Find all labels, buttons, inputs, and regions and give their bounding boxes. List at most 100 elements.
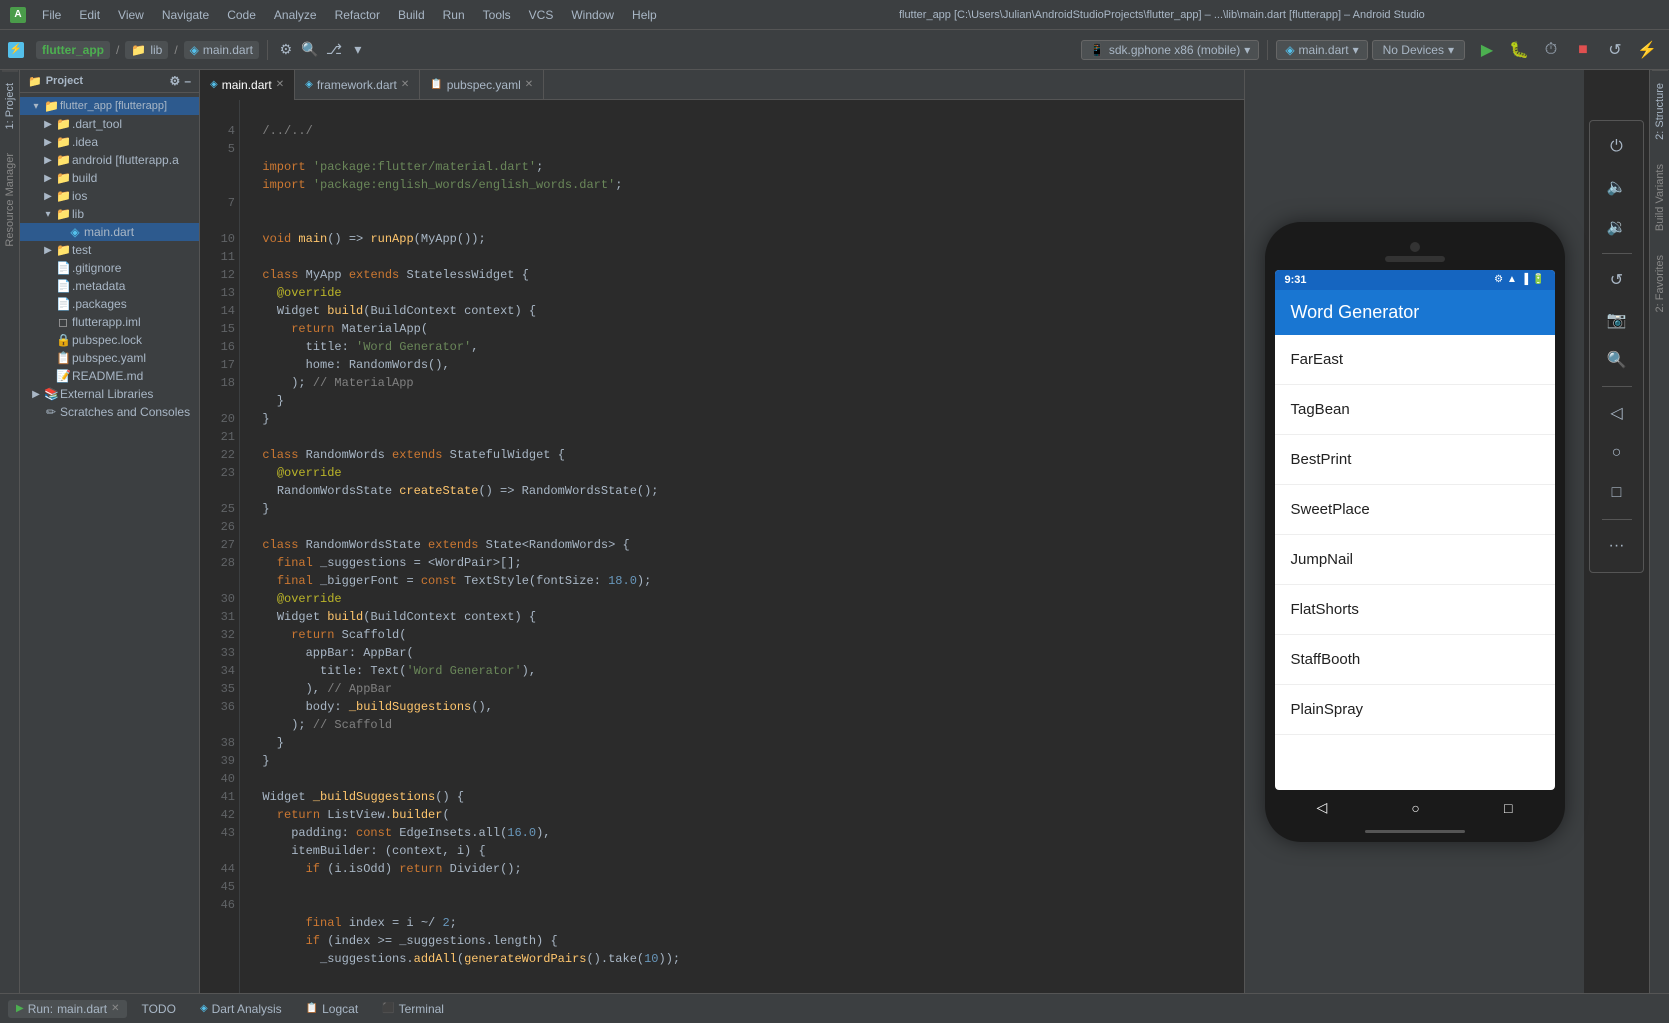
- phone-screen[interactable]: 9:31 ⚙ ▲ ▐ 🔋 Word Generator FarEast TagB…: [1275, 270, 1555, 790]
- run-tab-close[interactable]: ✕: [111, 1003, 119, 1014]
- menu-analyze[interactable]: Analyze: [266, 6, 325, 24]
- logcat-tab[interactable]: 📋 Logcat: [296, 998, 368, 1020]
- phone-back-btn[interactable]: ◁: [1317, 799, 1328, 816]
- profile-button[interactable]: ⏱: [1537, 36, 1565, 64]
- menu-vcs[interactable]: VCS: [521, 6, 562, 24]
- tree-item-scratches[interactable]: ✏ Scratches and Consoles: [20, 403, 199, 421]
- tab-bar: ◈ main.dart ✕ ◈ framework.dart ✕ 📋 pubsp…: [200, 70, 1244, 100]
- list-item-bestprint[interactable]: BestPrint: [1275, 435, 1555, 485]
- menu-window[interactable]: Window: [563, 6, 622, 24]
- phone-home-btn[interactable]: ○: [1411, 800, 1419, 816]
- dart-analysis-tab[interactable]: ◈ Dart Analysis: [190, 998, 292, 1020]
- controls-divider-2: [1602, 386, 1632, 387]
- no-devices-selector[interactable]: No Devices ▾: [1372, 40, 1465, 60]
- lib-icon: 📁: [131, 43, 146, 57]
- tree-item-main-dart[interactable]: ◈ main.dart: [20, 223, 199, 241]
- controls-divider-1: [1602, 253, 1632, 254]
- project-sidebar-tab[interactable]: 1: Project: [2, 70, 18, 141]
- menu-file[interactable]: File: [34, 6, 69, 24]
- menu-help[interactable]: Help: [624, 6, 665, 24]
- more-controls-button[interactable]: ···: [1599, 528, 1635, 564]
- tab-main-dart[interactable]: ◈ main.dart ✕: [200, 70, 295, 100]
- menu-tools[interactable]: Tools: [475, 6, 519, 24]
- debug-button[interactable]: 🐛: [1505, 36, 1533, 64]
- phone-recents-btn[interactable]: □: [1504, 800, 1512, 816]
- list-item-fareast[interactable]: FarEast: [1275, 335, 1555, 385]
- list-item-staffbooth[interactable]: StaffBooth: [1275, 635, 1555, 685]
- tree-item-iml[interactable]: ◻ flutterapp.iml: [20, 313, 199, 331]
- tree-item-gitignore[interactable]: 📄 .gitignore: [20, 259, 199, 277]
- tree-root[interactable]: ▾ 📁 flutter_app [flutterapp]: [20, 97, 199, 115]
- zoom-button[interactable]: 🔍: [1599, 342, 1635, 378]
- volume-down-button[interactable]: 🔈: [1599, 169, 1635, 205]
- code-content[interactable]: /../../ import 'package:flutter/material…: [240, 100, 1244, 993]
- tree-item-external[interactable]: ▶ 📚 External Libraries: [20, 385, 199, 403]
- tree-item-readme[interactable]: 📝 README.md: [20, 367, 199, 385]
- gitignore-icon: 📄: [56, 261, 70, 275]
- terminal-tab[interactable]: ⬛ Terminal: [372, 998, 454, 1020]
- list-item-tagbean[interactable]: TagBean: [1275, 385, 1555, 435]
- tree-item-packages[interactable]: 📄 .packages: [20, 295, 199, 313]
- config-tab[interactable]: ◈ main.dart ▾: [1276, 40, 1367, 60]
- tree-item-lib[interactable]: ▾ 📁 lib: [20, 205, 199, 223]
- project-hide-icon[interactable]: –: [184, 74, 191, 88]
- resource-manager-tab[interactable]: Resource Manager: [2, 141, 18, 259]
- tree-item-yaml[interactable]: 📋 pubspec.yaml: [20, 349, 199, 367]
- ios-arrow: ▶: [42, 191, 54, 202]
- git-icon[interactable]: ⎇: [324, 40, 344, 60]
- rotate-button[interactable]: ↺: [1599, 262, 1635, 298]
- home-button[interactable]: ○: [1599, 435, 1635, 471]
- reload-button[interactable]: ↺: [1601, 36, 1629, 64]
- stop-button[interactable]: ■: [1569, 36, 1597, 64]
- todo-tab[interactable]: TODO: [131, 998, 185, 1020]
- back-button[interactable]: ◁: [1599, 395, 1635, 431]
- run-tab[interactable]: ▶ Run: main.dart ✕: [8, 1000, 127, 1018]
- tree-item-idea[interactable]: ▶ 📁 .idea: [20, 133, 199, 151]
- tree-item-dart-tool[interactable]: ▶ 📁 .dart_tool: [20, 115, 199, 133]
- menu-navigate[interactable]: Navigate: [154, 6, 217, 24]
- android-arrow: ▶: [42, 155, 54, 166]
- menu-build[interactable]: Build: [390, 6, 433, 24]
- bottom-panel: ▶ Run: main.dart ✕ TODO ◈ Dart Analysis …: [0, 993, 1669, 1023]
- run-button[interactable]: ▶: [1473, 36, 1501, 64]
- tab-framework-close[interactable]: ✕: [401, 79, 409, 90]
- lib-selector[interactable]: 📁 lib: [125, 41, 168, 59]
- list-item-plainspray[interactable]: PlainSpray: [1275, 685, 1555, 735]
- more-icon[interactable]: ▾: [348, 40, 368, 60]
- tree-item-android[interactable]: ▶ 📁 android [flutterapp.a: [20, 151, 199, 169]
- search-everywhere-icon[interactable]: 🔍: [300, 40, 320, 60]
- file-tab[interactable]: ◈ main.dart: [184, 41, 259, 59]
- ios-icon: 📁: [56, 189, 70, 203]
- project-gear-icon[interactable]: ⚙: [170, 74, 181, 88]
- favorites-tab[interactable]: 2: Favorites: [1652, 243, 1668, 324]
- menu-edit[interactable]: Edit: [71, 6, 108, 24]
- phone-speaker: [1385, 256, 1445, 262]
- menu-code[interactable]: Code: [219, 6, 264, 24]
- tree-item-test[interactable]: ▶ 📁 test: [20, 241, 199, 259]
- tab-framework-dart[interactable]: ◈ framework.dart ✕: [295, 70, 420, 100]
- list-item-jumpnail[interactable]: JumpNail: [1275, 535, 1555, 585]
- project-selector[interactable]: flutter_app: [36, 41, 110, 59]
- menu-view[interactable]: View: [110, 6, 152, 24]
- settings-icon[interactable]: ⚙: [276, 40, 296, 60]
- tree-item-build[interactable]: ▶ 📁 build: [20, 169, 199, 187]
- tab-pubspec-close[interactable]: ✕: [525, 79, 533, 90]
- tree-item-ios[interactable]: ▶ 📁 ios: [20, 187, 199, 205]
- tree-item-lock[interactable]: 🔒 pubspec.lock: [20, 331, 199, 349]
- list-item-sweetplace[interactable]: SweetPlace: [1275, 485, 1555, 535]
- menu-refactor[interactable]: Refactor: [327, 6, 388, 24]
- volume-up-button[interactable]: 🔉: [1599, 209, 1635, 245]
- tab-main-dart-close[interactable]: ✕: [276, 79, 284, 90]
- build-variants-tab[interactable]: Build Variants: [1652, 152, 1668, 243]
- square-button[interactable]: □: [1599, 475, 1635, 511]
- phone-device: 9:31 ⚙ ▲ ▐ 🔋 Word Generator FarEast TagB…: [1265, 222, 1565, 842]
- menu-run[interactable]: Run: [435, 6, 473, 24]
- dart-devtools-button[interactable]: ⚡: [1633, 36, 1661, 64]
- structure-tab[interactable]: 2: Structure: [1652, 70, 1668, 152]
- power-button[interactable]: ⏻: [1599, 129, 1635, 165]
- list-item-flatshorts[interactable]: FlatShorts: [1275, 585, 1555, 635]
- tab-pubspec[interactable]: 📋 pubspec.yaml ✕: [420, 70, 544, 100]
- tree-item-metadata[interactable]: 📄 .metadata: [20, 277, 199, 295]
- screenshot-button[interactable]: 📷: [1599, 302, 1635, 338]
- device-selector[interactable]: 📱 sdk.gphone x86 (mobile) ▾: [1081, 40, 1259, 60]
